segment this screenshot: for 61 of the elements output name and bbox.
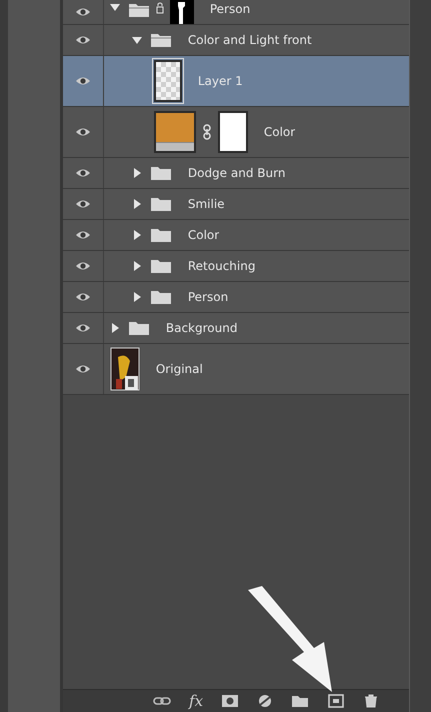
collapsed-arrow-icon[interactable]	[110, 323, 120, 333]
layer-name: Background	[166, 321, 238, 335]
adjustment-icon[interactable]	[257, 694, 274, 708]
eye-icon[interactable]	[74, 323, 91, 333]
collapsed-arrow-icon[interactable]	[132, 261, 142, 271]
open-folder-icon	[150, 32, 172, 48]
eye-icon[interactable]	[74, 35, 91, 45]
mask-thumbnail	[218, 111, 248, 153]
transparent-thumbnail	[154, 60, 182, 102]
fx-button[interactable]: fx	[189, 692, 204, 710]
layer-name: Dodge and Burn	[188, 166, 286, 180]
layer-name: Retouching	[188, 259, 256, 273]
layer-name: Layer 1	[198, 74, 243, 88]
layer-row[interactable]: Person	[62, 282, 410, 313]
folder-icon	[150, 196, 172, 212]
smart-object-thumbnail	[110, 347, 140, 391]
folder-icon	[150, 227, 172, 243]
layer-row[interactable]: Color and Light front	[62, 25, 410, 56]
new-layer-icon[interactable]	[327, 694, 346, 708]
expanded-arrow-icon[interactable]	[132, 35, 142, 45]
layer-row[interactable]: Background	[62, 313, 410, 344]
color-fill-thumbnail	[154, 111, 196, 153]
layer-row[interactable]: Smilie	[62, 189, 410, 220]
collapsed-arrow-icon[interactable]	[132, 199, 142, 209]
layer-row[interactable]: Color	[62, 107, 410, 158]
eye-icon[interactable]	[74, 168, 91, 178]
eye-icon[interactable]	[74, 76, 91, 86]
folder-icon	[150, 258, 172, 274]
mask-icon[interactable]	[221, 694, 240, 708]
layer-name: Color and Light front	[188, 33, 312, 47]
eye-icon[interactable]	[74, 292, 91, 302]
eye-icon[interactable]	[74, 230, 91, 240]
layer-name: Person	[188, 290, 228, 304]
folder-icon	[150, 289, 172, 305]
eye-icon[interactable]	[74, 7, 91, 17]
folder-icon	[128, 320, 150, 336]
layer-row[interactable]: Person	[62, 0, 410, 25]
eye-icon[interactable]	[74, 127, 91, 137]
folder-icon[interactable]	[291, 694, 310, 708]
layer-row[interactable]: Color	[62, 220, 410, 251]
trash-icon[interactable]	[363, 694, 380, 708]
layer-row[interactable]: Retouching	[62, 251, 410, 282]
layer-row[interactable]: Original	[62, 344, 410, 395]
layer-name: Color	[264, 125, 296, 139]
eye-icon[interactable]	[74, 364, 91, 374]
folder-icon	[150, 165, 172, 181]
layer-row[interactable]: Layer 1	[62, 56, 410, 107]
layer-name: Original	[156, 362, 203, 376]
collapsed-arrow-icon[interactable]	[132, 230, 142, 240]
layer-row[interactable]: Dodge and Burn	[62, 158, 410, 189]
eye-icon[interactable]	[74, 261, 91, 271]
layer-name: Person	[210, 2, 250, 16]
layer-name: Smilie	[188, 197, 225, 211]
collapsed-arrow-icon[interactable]	[132, 292, 142, 302]
figure-icon	[176, 2, 188, 24]
chain-icon	[202, 124, 212, 140]
open-folder-icon	[128, 2, 150, 18]
collapsed-arrow-icon[interactable]	[132, 168, 142, 178]
layer-name: Color	[188, 228, 220, 242]
eye-icon[interactable]	[74, 199, 91, 209]
expanded-arrow-icon[interactable]	[110, 2, 120, 12]
